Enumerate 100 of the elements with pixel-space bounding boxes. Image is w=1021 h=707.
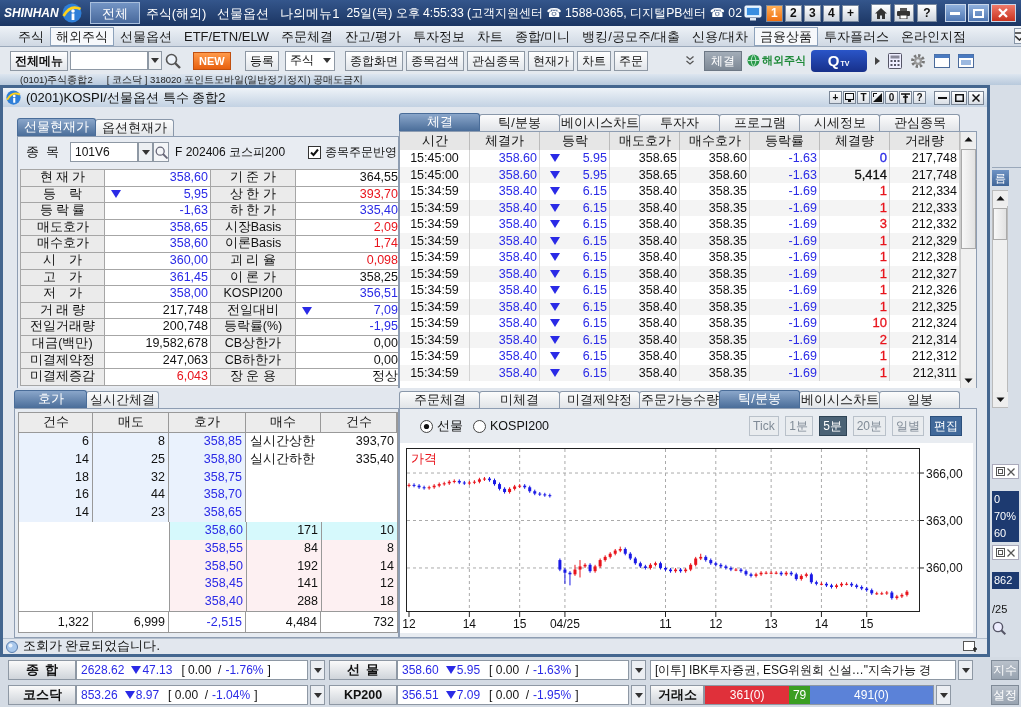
menu-item[interactable]: 잔고/평가 bbox=[339, 26, 407, 46]
settings-icon[interactable] bbox=[909, 52, 926, 69]
close-icon[interactable] bbox=[1007, 548, 1015, 557]
panel-tab[interactable]: 옵션현재가 bbox=[95, 119, 174, 136]
app-tab[interactable]: 선물옵션 bbox=[212, 2, 275, 24]
restore-icon[interactable] bbox=[996, 548, 1005, 557]
panel-tab[interactable]: 틱/분봉 bbox=[479, 114, 560, 131]
app-tab[interactable]: 전체 bbox=[89, 2, 140, 24]
window-tool-button[interactable]: 0 bbox=[885, 91, 898, 104]
maximize-button[interactable] bbox=[951, 90, 967, 105]
menu-item[interactable]: 주문체결 bbox=[275, 26, 339, 46]
panel-tab[interactable]: 미결제약정 bbox=[559, 391, 640, 408]
screen-number-button[interactable]: + bbox=[841, 4, 859, 22]
window-tool-button[interactable]: ? bbox=[913, 91, 926, 104]
news-ticker[interactable]: [이투] IBK투자증권, ESG위원회 신설…"지속가능 경 bbox=[650, 660, 956, 680]
window-icon[interactable] bbox=[957, 53, 974, 68]
panel-tab[interactable]: 주문체결 bbox=[399, 391, 480, 408]
apply-order-checkbox[interactable]: 종목주문반영 bbox=[308, 143, 398, 161]
close-icon[interactable] bbox=[1007, 467, 1015, 476]
table-cell: 393,70 bbox=[296, 186, 398, 203]
panel-tab[interactable]: 주문가능수량 bbox=[639, 391, 720, 408]
panel-tab[interactable]: 일봉 bbox=[879, 391, 960, 408]
dropdown-button[interactable] bbox=[631, 660, 646, 680]
panel-tab[interactable]: 미체결 bbox=[479, 391, 560, 408]
screen-number-button[interactable]: 4 bbox=[822, 4, 840, 22]
change-value: 5.95 bbox=[456, 663, 481, 677]
search-icon[interactable] bbox=[165, 52, 181, 69]
panel-tab[interactable]: 투자자 bbox=[639, 114, 720, 131]
row-label: 실시간상한 bbox=[249, 433, 316, 450]
minimize-button[interactable] bbox=[934, 90, 950, 105]
panel-tab[interactable]: 실시간체결 bbox=[86, 391, 159, 408]
radio-option[interactable]: KOSPI200 bbox=[473, 419, 550, 433]
dropdown-button[interactable] bbox=[936, 685, 951, 705]
menu-item[interactable]: 해외주식 bbox=[50, 26, 114, 46]
menu-item[interactable]: 온라인지점 bbox=[895, 26, 973, 46]
dropdown-button[interactable] bbox=[148, 51, 162, 70]
register-button[interactable]: 등록 bbox=[244, 50, 279, 71]
shortcut-button[interactable]: 주문 bbox=[613, 50, 648, 71]
menu-search-field[interactable] bbox=[70, 51, 148, 70]
dropdown-button[interactable] bbox=[138, 142, 153, 162]
menu-item[interactable]: ETF/ETN/ELW bbox=[178, 26, 275, 46]
shortcut-button[interactable]: 종합화면 bbox=[344, 50, 403, 71]
edit-button[interactable]: 편집 bbox=[930, 416, 962, 436]
print-button[interactable] bbox=[893, 4, 914, 22]
window-tool-button[interactable] bbox=[843, 91, 856, 104]
menu-item[interactable]: 뱅킹/공모주/대출 bbox=[576, 26, 687, 46]
panel-tab[interactable]: 프로그램 bbox=[719, 114, 800, 131]
window-tool-button[interactable] bbox=[871, 91, 884, 104]
table-cell: 358,60 bbox=[105, 170, 210, 186]
help-button[interactable]: ? bbox=[916, 4, 937, 22]
small-triangle-icon[interactable] bbox=[874, 56, 880, 65]
dropdown-button[interactable] bbox=[631, 685, 646, 705]
shortcut-button[interactable]: 차트 bbox=[576, 50, 611, 71]
symbol-field[interactable]: 101V6 bbox=[70, 142, 138, 162]
menu-item[interactable]: 종합/미니 bbox=[508, 26, 577, 46]
panel-tab[interactable]: 베이시스차트 bbox=[559, 114, 640, 131]
search-button[interactable] bbox=[153, 142, 169, 162]
home-button[interactable] bbox=[870, 4, 891, 22]
menu-item[interactable]: 선물옵션 bbox=[114, 26, 178, 46]
dropdown-button[interactable] bbox=[310, 660, 325, 680]
menu-item[interactable]: 투자플러스 bbox=[818, 26, 896, 46]
menu-item[interactable]: 금융상품 bbox=[754, 26, 819, 46]
monitor-icon[interactable] bbox=[743, 5, 762, 21]
dropdown-button[interactable] bbox=[310, 685, 325, 705]
screen-number-button[interactable]: 3 bbox=[803, 4, 821, 22]
panel-tab[interactable]: 시세정보 bbox=[799, 114, 880, 131]
restore-icon[interactable] bbox=[996, 467, 1005, 476]
window-tool-button[interactable]: T bbox=[857, 91, 870, 104]
panel-tab[interactable]: 베이시스차트 bbox=[799, 391, 880, 408]
vertical-scrollbar[interactable] bbox=[960, 132, 976, 388]
magnifier-icon[interactable] bbox=[992, 621, 1006, 635]
shortcut-button[interactable]: 현재가 bbox=[527, 50, 574, 71]
market-select[interactable]: 주식 bbox=[284, 50, 335, 71]
window-tool-button[interactable] bbox=[899, 91, 912, 104]
shortcut-button[interactable]: 관심종목 bbox=[466, 50, 525, 71]
window-add-icon[interactable] bbox=[963, 640, 977, 653]
close-button[interactable] bbox=[968, 90, 984, 105]
window-icon[interactable] bbox=[933, 53, 950, 68]
interval-button[interactable]: 5분 bbox=[818, 416, 847, 436]
screen-number-button[interactable]: 2 bbox=[784, 4, 802, 22]
menu-item[interactable]: 투자정보 bbox=[406, 26, 471, 46]
window-tool-button[interactable]: + bbox=[829, 91, 842, 104]
menu-item[interactable]: 차트 bbox=[470, 26, 509, 46]
scrollbar-thumb[interactable] bbox=[993, 208, 1007, 240]
shortcut-button[interactable]: 종목검색 bbox=[405, 50, 464, 71]
panel-tab[interactable]: 관심종목 bbox=[879, 114, 960, 131]
scrollbar-thumb[interactable] bbox=[961, 149, 976, 249]
overseas-stock-link[interactable]: 해외주식 bbox=[746, 54, 806, 67]
panel-tab[interactable]: 호가 bbox=[14, 390, 87, 408]
double-chevron-icon[interactable] bbox=[685, 56, 694, 65]
menu-item[interactable]: 신용/대차 bbox=[686, 26, 755, 46]
panel-tab[interactable]: 름 bbox=[992, 170, 1009, 186]
dropdown-button[interactable] bbox=[958, 660, 973, 680]
all-menu-button[interactable]: 전체메뉴 bbox=[10, 50, 68, 71]
app-tab[interactable]: 나의메뉴1 bbox=[275, 2, 345, 24]
radio-option[interactable]: 선물 bbox=[420, 417, 463, 435]
app-tab[interactable]: 주식(해외) bbox=[140, 2, 212, 24]
calculator-icon[interactable] bbox=[887, 52, 902, 69]
vertical-scrollbar[interactable] bbox=[992, 190, 1008, 408]
menu-item[interactable]: 주식 bbox=[12, 26, 50, 46]
